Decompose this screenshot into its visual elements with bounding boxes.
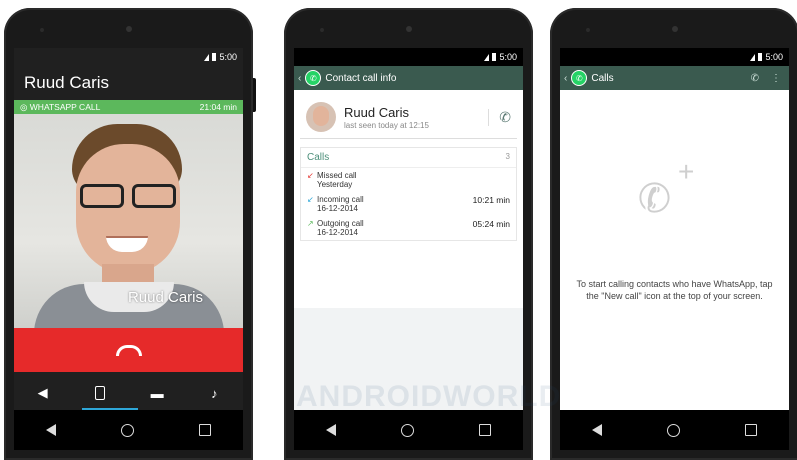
page-title: Calls: [591, 72, 614, 84]
status-bar: 5:00: [14, 48, 243, 66]
caller-name: Ruud Caris: [24, 73, 110, 92]
clock: 5:00: [765, 52, 783, 62]
watermark: ANDROIDWORLD: [296, 380, 562, 413]
back-icon[interactable]: [592, 424, 603, 436]
empty-state: ✆ + To start calling contacts who have W…: [560, 90, 789, 410]
back-arrow-icon[interactable]: ‹: [298, 73, 301, 84]
calls-count: 3: [505, 152, 510, 161]
call-controls: ◀ ▬ ♪: [14, 378, 243, 408]
call-icon[interactable]: ✆: [488, 108, 511, 126]
recents-icon[interactable]: [198, 424, 211, 436]
phone-call-screen: 5:00 Ruud Caris ◎ WHATSAPP CALL 21:04 mi…: [4, 8, 256, 460]
speaker: [671, 26, 678, 32]
status-bar: 5:00: [560, 48, 789, 66]
nav-bar: [14, 410, 243, 450]
app-bar: ‹ ✆ Calls ✆ ⋮: [560, 66, 789, 90]
contact-name: Ruud Caris: [344, 104, 410, 120]
front-camera: [586, 28, 590, 32]
banner-label: ◎ WHATSAPP CALL: [20, 101, 101, 112]
status-bar: 5:00: [294, 48, 523, 66]
speaker: [125, 26, 132, 32]
calls-list: Calls 3 ↙ Missed call Yesterday ↙ Incomin…: [300, 147, 517, 241]
whatsapp-logo-icon[interactable]: ✆: [571, 70, 588, 86]
nav-bar: [294, 410, 523, 450]
signal-icon: [204, 53, 210, 61]
list-item[interactable]: ↙ Incoming call 16-12-2014 10:21 min: [301, 192, 516, 216]
hangup-icon: [115, 344, 142, 356]
contact-card[interactable]: Ruud Caris last seen today at 12:15 ✆: [300, 96, 517, 139]
whatsapp-call-banner: ◎ WHATSAPP CALL 21:04 min: [14, 100, 243, 114]
call-duration: 21:04 min: [199, 102, 237, 112]
whatsapp-logo-icon[interactable]: ✆: [305, 70, 322, 86]
back-arrow-icon[interactable]: ‹: [564, 73, 567, 84]
battery-icon: [212, 53, 217, 61]
back-icon[interactable]: [326, 424, 337, 436]
page-title: Contact call info: [325, 72, 397, 84]
speaker: [405, 26, 412, 32]
list-item[interactable]: ↙ Missed call Yesterday: [301, 168, 516, 192]
nav-bar: [560, 410, 789, 450]
hangup-button[interactable]: [14, 328, 243, 372]
caller-photo: Ruud Caris: [14, 114, 243, 328]
outgoing-call-icon: ↗: [307, 219, 314, 228]
recents-icon[interactable]: [744, 424, 757, 436]
list-item[interactable]: ↗ Outgoing call 16-12-2014 05:24 min: [301, 216, 516, 240]
phone-calls-empty: 5:00 ‹ ✆ Calls ✆ ⋮ ✆ + To start calling …: [550, 8, 797, 460]
missed-call-icon: ↙: [307, 171, 314, 180]
home-icon[interactable]: [400, 423, 414, 437]
new-call-icon[interactable]: ✆: [751, 73, 759, 84]
front-camera: [40, 28, 44, 32]
new-call-placeholder-icon: ✆ +: [634, 156, 695, 224]
empty-state-text: To start calling contacts who have Whats…: [576, 279, 773, 302]
screen: 5:00 Ruud Caris ◎ WHATSAPP CALL 21:04 mi…: [14, 48, 243, 450]
front-camera: [320, 28, 324, 32]
back-icon[interactable]: [46, 424, 57, 436]
volume-button: [253, 78, 256, 112]
signal-icon: [750, 53, 756, 61]
photo-caption: Ruud Caris: [127, 289, 203, 306]
battery-icon: [758, 53, 763, 61]
mute-icon[interactable]: ♪: [205, 386, 223, 401]
chat-icon[interactable]: ▬: [148, 386, 166, 401]
app-bar: ‹ ✆ Contact call info: [294, 66, 523, 90]
home-icon[interactable]: [120, 423, 134, 437]
avatar: [306, 102, 336, 132]
speaker-icon[interactable]: ◀: [34, 385, 52, 401]
last-seen: last seen today at 12:15: [344, 120, 429, 130]
signal-icon: [484, 53, 490, 61]
battery-icon: [492, 53, 497, 61]
calls-header: Calls 3: [301, 148, 516, 168]
clock: 5:00: [499, 52, 517, 62]
clock: 5:00: [219, 52, 237, 62]
bluetooth-icon[interactable]: [91, 386, 109, 400]
screen: 5:00 ‹ ✆ Calls ✆ ⋮ ✆ + To start calling …: [560, 48, 789, 450]
recents-icon[interactable]: [478, 424, 491, 436]
overflow-menu-icon[interactable]: ⋮: [771, 73, 781, 84]
incoming-call-icon: ↙: [307, 195, 314, 204]
home-icon[interactable]: [666, 423, 680, 437]
